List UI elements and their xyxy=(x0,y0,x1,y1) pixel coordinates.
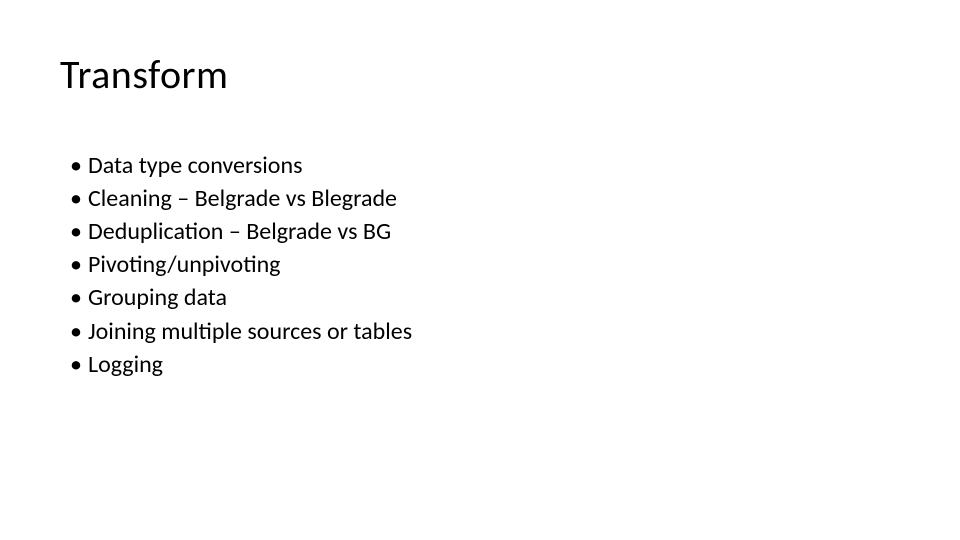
list-item: Cleaning – Belgrade vs Blegrade xyxy=(70,182,900,215)
list-item: Data type conversions xyxy=(70,149,900,182)
list-item: Grouping data xyxy=(70,281,900,314)
list-item: Joining multiple sources or tables xyxy=(70,315,900,348)
bullet-list: Data type conversions Cleaning – Belgrad… xyxy=(60,149,900,381)
list-item: Deduplication – Belgrade vs BG xyxy=(70,215,900,248)
slide-title: Transform xyxy=(60,50,900,99)
list-item: Pivoting/unpivoting xyxy=(70,248,900,281)
list-item: Logging xyxy=(70,348,900,381)
